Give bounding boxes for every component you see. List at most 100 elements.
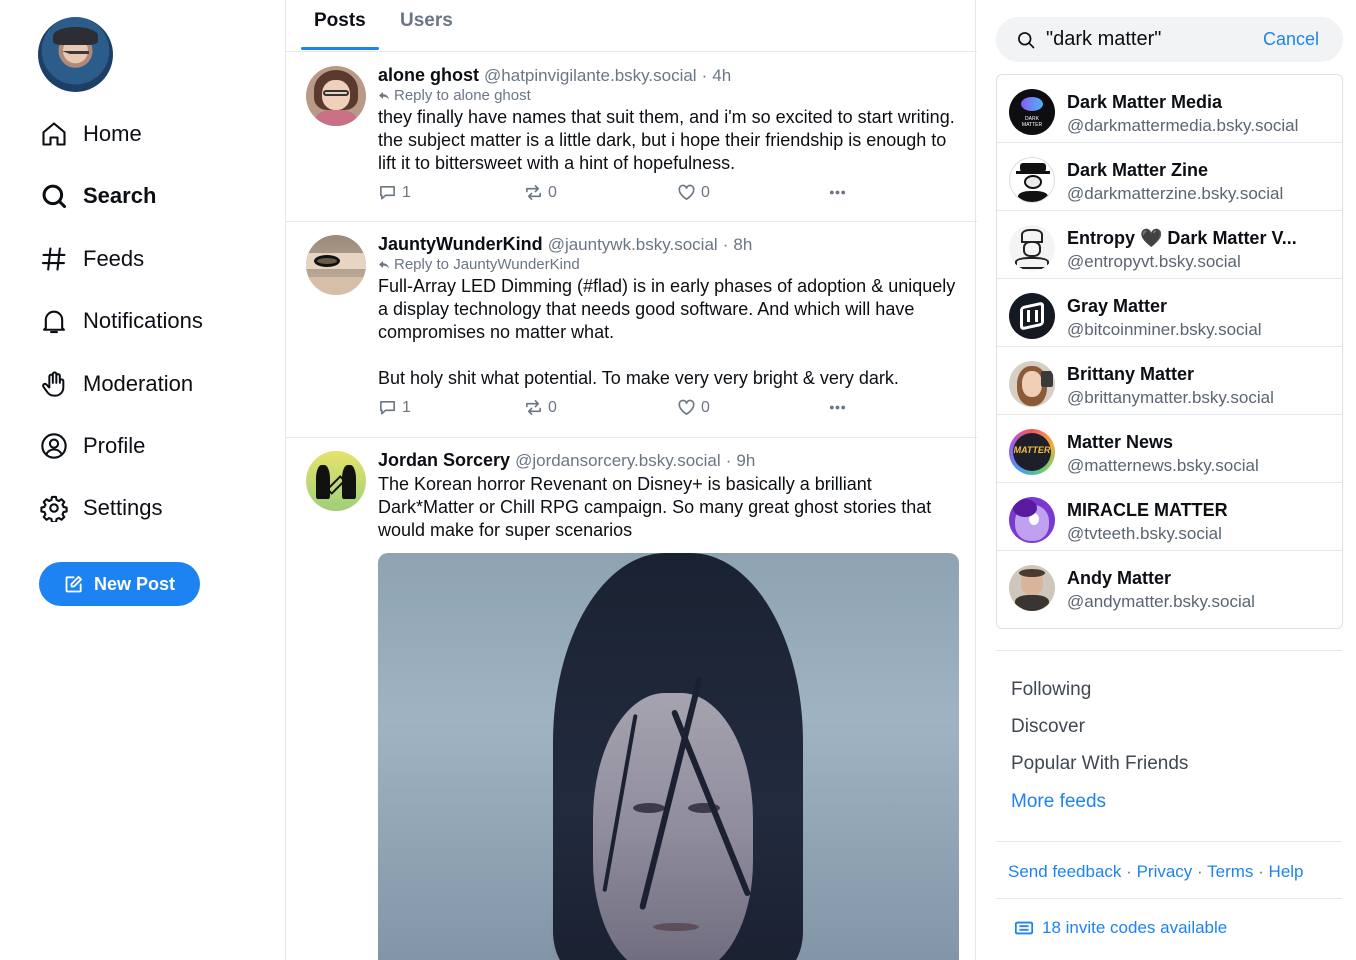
right-sidebar: "dark matter" Cancel DARK MATTER Dark Ma…	[976, 0, 1356, 960]
tab-posts[interactable]: Posts	[314, 10, 366, 32]
reply-button[interactable]: 1	[378, 398, 411, 417]
gear-icon	[40, 495, 68, 522]
user-avatar[interactable]	[1009, 565, 1055, 611]
tab-bar: Posts Users	[286, 0, 977, 52]
post-time[interactable]: 9h	[736, 451, 755, 470]
nav-home[interactable]: Home	[40, 114, 142, 154]
more-options-button[interactable]	[828, 398, 847, 417]
post-item[interactable]: JauntyWunderKind @jauntywk.bsky.social ·…	[286, 222, 977, 438]
search-input[interactable]: "dark matter" Cancel	[996, 17, 1343, 62]
comment-icon	[380, 185, 395, 200]
user-display-name: Gray Matter	[1067, 296, 1168, 316]
post-author-handle[interactable]: @jordansorcery.bsky.social	[515, 451, 721, 470]
reply-arrow-icon	[379, 260, 389, 269]
nav-settings[interactable]: Settings	[40, 488, 163, 528]
user-result-item[interactable]: DARK MATTER Dark Matter Media @darkmatte…	[997, 75, 1342, 143]
user-handle: @brittanymatter.bsky.social	[1067, 388, 1274, 407]
repost-count: 0	[548, 183, 557, 201]
user-result-item[interactable]: Andy Matter @andymatter.bsky.social	[997, 551, 1342, 619]
user-avatar[interactable]	[1009, 361, 1055, 407]
avatar-caption: DARK MATTER	[1021, 116, 1043, 128]
send-feedback-link[interactable]: Send feedback	[1008, 862, 1121, 881]
reply-to-line[interactable]: Reply to JauntyWunderKind	[378, 256, 963, 273]
reply-to-label: Reply to alone ghost	[394, 87, 531, 104]
user-handle: @tvteeth.bsky.social	[1067, 524, 1222, 543]
divider	[996, 841, 1342, 842]
feed-link-popular-with-friends[interactable]: Popular With Friends	[1011, 753, 1188, 775]
user-circle-icon	[41, 433, 67, 459]
user-display-name: Brittany Matter	[1067, 364, 1195, 384]
repost-icon	[526, 400, 541, 415]
user-avatar[interactable]: MATTER	[1009, 429, 1055, 475]
new-post-button[interactable]: New Post	[39, 562, 200, 606]
user-avatar[interactable]: DARK MATTER	[1009, 89, 1055, 135]
post-author-avatar[interactable]	[306, 451, 366, 511]
user-display-name: MIRACLE MATTER	[1067, 500, 1228, 520]
user-display-name: Dark Matter Media	[1067, 92, 1223, 112]
search-query[interactable]: "dark matter"	[1046, 28, 1161, 51]
nav-profile-label: Profile	[83, 433, 146, 458]
reply-count: 1	[402, 398, 411, 416]
separator: ·	[1258, 862, 1264, 881]
post-text: they finally have names that suit them, …	[378, 107, 960, 173]
more-feeds-link[interactable]: More feeds	[1011, 791, 1106, 813]
new-post-label: New Post	[93, 573, 176, 594]
privacy-link[interactable]: Privacy	[1137, 862, 1193, 881]
nav-notifications[interactable]: Notifications	[40, 301, 203, 341]
user-result-item[interactable]: MATTER Matter News @matternews.bsky.soci…	[997, 415, 1342, 483]
feed-link-discover[interactable]: Discover	[1011, 716, 1085, 738]
left-sidebar: Home Search Feeds Notifications Moderati…	[0, 0, 285, 960]
reply-button[interactable]: 1	[378, 183, 411, 202]
invite-codes-link[interactable]: 18 invite codes available	[1014, 918, 1227, 938]
like-count: 0	[701, 398, 710, 416]
post-time[interactable]: 4h	[712, 66, 731, 85]
nav-feeds[interactable]: Feeds	[40, 239, 144, 279]
feed-link-following[interactable]: Following	[1011, 679, 1091, 701]
repost-button[interactable]: 0	[524, 398, 557, 417]
user-avatar[interactable]	[1009, 293, 1055, 339]
post-author-avatar[interactable]	[306, 235, 366, 295]
user-result-item[interactable]: Dark Matter Zine @darkmatterzine.bsky.so…	[997, 143, 1342, 211]
like-button[interactable]: 0	[677, 398, 710, 417]
post-item[interactable]: alone ghost @hatpinvigilante.bsky.social…	[286, 53, 977, 222]
user-result-item[interactable]: MIRACLE MATTER @tvteeth.bsky.social	[997, 483, 1342, 551]
nav-feeds-label: Feeds	[83, 246, 145, 271]
avatar-caption: MATTER	[1013, 445, 1051, 455]
user-avatar[interactable]	[1009, 157, 1055, 203]
nav-search-label: Search	[83, 183, 157, 208]
user-result-item[interactable]: Entropy 🖤 Dark Matter V... @entropyvt.bs…	[997, 211, 1342, 279]
more-options-button[interactable]	[828, 183, 847, 202]
nav-moderation[interactable]: Moderation	[40, 364, 193, 404]
like-button[interactable]: 0	[677, 183, 710, 202]
post-time[interactable]: 8h	[733, 235, 752, 254]
user-result-item[interactable]: Brittany Matter @brittanymatter.bsky.soc…	[997, 347, 1342, 415]
hashtag-icon	[41, 247, 66, 271]
user-handle: @darkmatterzine.bsky.social	[1067, 184, 1284, 203]
user-avatar[interactable]	[38, 17, 113, 92]
post-author-handle[interactable]: @jauntywk.bsky.social	[548, 235, 718, 254]
nav-profile[interactable]: Profile	[40, 426, 145, 466]
post-image[interactable]	[378, 553, 959, 960]
post-author-handle[interactable]: @hatpinvigilante.bsky.social	[484, 66, 697, 85]
user-avatar[interactable]	[1009, 497, 1055, 543]
nav-search[interactable]: Search	[40, 176, 156, 216]
user-avatar[interactable]	[1009, 225, 1055, 271]
separator: ·	[725, 451, 732, 470]
post-author-avatar[interactable]	[306, 66, 366, 126]
repost-button[interactable]: 0	[524, 183, 557, 202]
post-author-name[interactable]: Jordan Sorcery	[378, 450, 510, 470]
user-results-list: DARK MATTER Dark Matter Media @darkmatte…	[996, 74, 1343, 629]
post-author-name[interactable]: alone ghost	[378, 65, 479, 85]
reply-to-line[interactable]: Reply to alone ghost	[378, 87, 963, 104]
help-link[interactable]: Help	[1269, 862, 1304, 881]
terms-link[interactable]: Terms	[1207, 862, 1253, 881]
user-result-item[interactable]: Gray Matter @bitcoinminer.bsky.social	[997, 279, 1342, 347]
user-handle: @andymatter.bsky.social	[1067, 592, 1255, 611]
nav-home-label: Home	[83, 121, 142, 146]
cancel-button[interactable]: Cancel	[1263, 29, 1319, 50]
hand-icon	[42, 371, 65, 397]
reply-arrow-icon	[379, 91, 389, 100]
repost-icon	[526, 185, 541, 200]
tab-users[interactable]: Users	[400, 10, 453, 32]
post-author-name[interactable]: JauntyWunderKind	[378, 234, 543, 254]
